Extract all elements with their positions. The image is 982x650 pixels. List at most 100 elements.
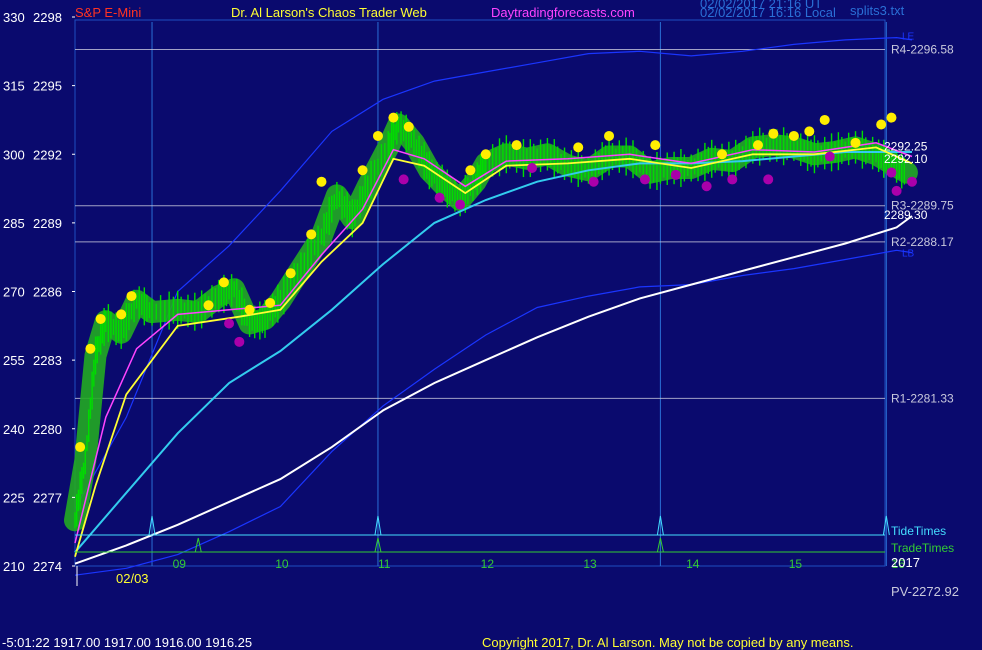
top-dot (116, 309, 127, 320)
pivot-label: R2-2288.17 (891, 235, 954, 249)
top-dot (75, 442, 86, 453)
chart-canvas: R4-2296.58R3-2289.75R2-2288.17R1-2281.33… (2, 0, 959, 650)
top-dot (876, 119, 887, 130)
x-tick-label: 10 (275, 557, 289, 571)
y-tick-left: 225 (3, 490, 25, 505)
x-tick-label: 15 (789, 557, 803, 571)
site-url: Daytradingforecasts.com (491, 5, 635, 20)
top-dot (403, 121, 414, 132)
y-tick-left: 210 (3, 559, 25, 574)
x-axis-ticks: 09 10 11 12 13 14 15 16 (76, 557, 905, 586)
x-tick-label: 11 (378, 557, 391, 571)
top-dot (126, 291, 137, 302)
top-dot (604, 130, 615, 141)
y-tick-left: 270 (3, 285, 25, 300)
x-tick-label: 12 (481, 557, 495, 571)
pivot-lines: R4-2296.58R3-2289.75R2-2288.17R1-2281.33 (75, 42, 954, 405)
end-value-label: 2292.10 (884, 152, 928, 166)
ma-slow-line (74, 215, 913, 565)
y-tick-left: 240 (3, 422, 25, 437)
timing-lines: TideTimes TradeTimes (75, 515, 954, 555)
grid-lines (151, 22, 887, 566)
bottom-dot (701, 181, 712, 192)
top-dot (244, 304, 255, 315)
y-tick-left: 255 (3, 353, 25, 368)
envelope-upper-line (74, 36, 913, 510)
bottom-dot (891, 185, 902, 196)
bottom-dot (639, 174, 650, 185)
y-tick-left: 330 (3, 10, 25, 25)
top-dot (850, 137, 861, 148)
top-dot (573, 142, 584, 153)
x-tick-label: 14 (686, 557, 700, 571)
y-tick-right: 2289 (33, 216, 62, 231)
top-dot (357, 165, 368, 176)
bottom-dot (455, 199, 466, 210)
pivot-label: R4-2296.58 (891, 42, 954, 56)
top-dot (388, 112, 399, 123)
y-tick-right: 2298 (33, 10, 62, 25)
x-tick-label: 13 (583, 557, 597, 571)
top-dot (752, 140, 763, 151)
right-labels: 2292.252292.102289.30LELB (884, 31, 928, 259)
y-axis-ticks: 330 2298 315 2295 300 2292 285 2289 270 2286 255 22… (3, 10, 75, 574)
bottom-dot (434, 192, 445, 203)
end-value-label: 2289.30 (884, 208, 928, 222)
top-dot (203, 300, 214, 311)
quote-line: -5:01:22 1917.00 1917.00 1916.00 1916.25 (2, 635, 252, 650)
bottom-dot (727, 174, 738, 185)
ma-mid-line (74, 142, 913, 544)
top-dot (316, 176, 327, 187)
top-dot (511, 140, 522, 151)
y-tick-right: 2277 (33, 490, 62, 505)
copyright: Copyright 2017, Dr. Al Larson. May not b… (482, 635, 853, 650)
bottom-dot (670, 169, 681, 180)
bottom-dot (907, 176, 918, 187)
top-dot (819, 114, 830, 125)
y-tick-right: 2292 (33, 147, 62, 162)
site-title: Dr. Al Larson's Chaos Trader Web (231, 5, 427, 20)
bottom-dot (398, 174, 409, 185)
bottom-dot (763, 174, 774, 185)
top-dot (768, 128, 779, 139)
top-dot (265, 297, 276, 308)
bottom-dot (886, 167, 897, 178)
y-tick-left: 315 (3, 79, 25, 94)
symbol-title: S&P E-Mini (75, 5, 141, 20)
pivot-label: R1-2281.33 (891, 391, 954, 405)
y-tick-right: 2286 (33, 285, 62, 300)
top-dot (465, 165, 476, 176)
top-dot (306, 229, 317, 240)
top-dot (85, 343, 96, 354)
top-dot (218, 277, 229, 288)
file-name: splits3.txt (850, 3, 905, 18)
bottom-dot (588, 176, 599, 187)
y-tick-right: 2283 (33, 353, 62, 368)
bottom-dot (824, 151, 835, 162)
timestamp-local: 02/02/2017 16:16 Local (700, 5, 836, 20)
top-dot (886, 112, 897, 123)
y-tick-right: 2295 (33, 79, 62, 94)
bottom-dot (224, 318, 235, 329)
y-tick-left: 300 (3, 147, 25, 162)
top-dot (804, 126, 815, 137)
tide-times-label: TideTimes (891, 524, 946, 538)
top-dot (650, 140, 661, 151)
top-dot (788, 130, 799, 141)
top-dot (372, 130, 383, 141)
pivot-value-label: PV-2272.92 (891, 584, 959, 599)
ma-fast-line (74, 146, 913, 558)
top-dot (717, 149, 728, 160)
ma-cyan-line (74, 151, 912, 553)
top-dot (95, 313, 106, 324)
envelope-marker-top: LE (902, 31, 915, 42)
y-tick-left: 285 (3, 216, 25, 231)
bottom-dot (527, 162, 538, 173)
trade-times-label: TradeTimes (891, 541, 954, 555)
top-dot (480, 149, 491, 160)
top-dot (285, 268, 296, 279)
year-label: 2017 (891, 555, 920, 570)
bottom-dot (234, 336, 245, 347)
date-label: 02/03 (116, 571, 149, 586)
x-tick-label: 09 (173, 557, 187, 571)
